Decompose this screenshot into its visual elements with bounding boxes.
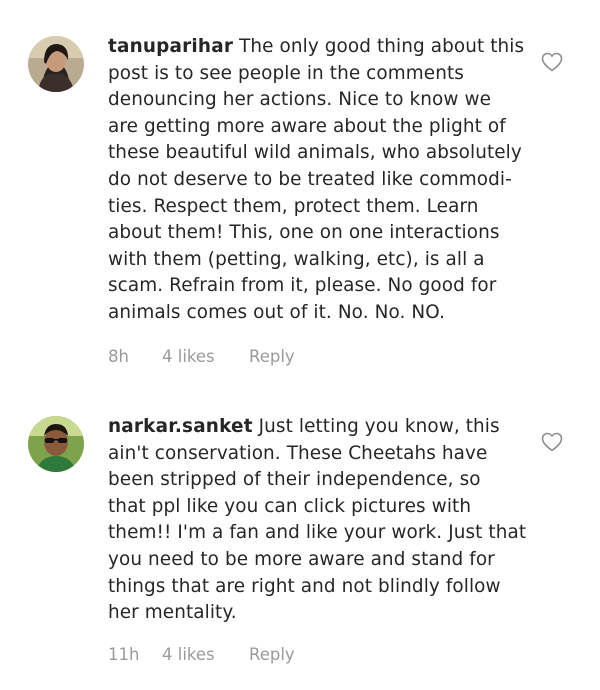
avatar-photo	[28, 416, 84, 472]
reply-button[interactable]: Reply	[249, 645, 295, 664]
comment-line: you need to be more aware and stand for	[108, 548, 495, 570]
avatar-photo	[28, 36, 84, 92]
comment-text: narkar.sanket Just letting you know, thi…	[108, 414, 528, 627]
comment-line: ties. Respect them, protect them. Learn	[108, 195, 479, 217]
comment-line: denouncing her actions. Nice to know we	[108, 89, 492, 111]
comment-line: these beautiful wild animals, who absolu…	[108, 142, 522, 164]
comment-timestamp: 8h	[108, 347, 129, 366]
likes-count[interactable]: 4 likes	[162, 347, 215, 366]
comment-line: about them! This, one on one interaction…	[108, 222, 500, 244]
comment-username[interactable]: narkar.sanket	[108, 416, 253, 437]
reply-button[interactable]: Reply	[249, 347, 295, 366]
comment-username[interactable]: tanuparihar	[108, 36, 233, 57]
comment-line: been stripped of their independence, so	[108, 469, 481, 491]
comment-item: narkar.sanket Just letting you know, thi…	[0, 390, 600, 690]
likes-count[interactable]: 4 likes	[162, 645, 215, 664]
comment-item: tanuparihar The only good thing about th…	[0, 0, 600, 380]
comment-line: do not deserve to be treated like commod…	[108, 168, 512, 190]
comment-line: The only good thing about this	[239, 36, 525, 57]
comment-line: that ppl like you can click pictures wit…	[108, 495, 472, 517]
avatar[interactable]	[28, 416, 84, 472]
comment-line: her mentality.	[108, 602, 237, 624]
comment-text: tanuparihar The only good thing about th…	[108, 34, 528, 327]
comment-line: Just letting you know, this	[258, 416, 500, 437]
comment-timestamp: 11h	[108, 645, 140, 664]
comment-line: them!! I'm a fan and like your work. Jus…	[108, 522, 527, 544]
heart-outline-icon[interactable]	[541, 52, 563, 72]
avatar[interactable]	[28, 36, 84, 92]
comment-line: with them (petting, walking, etc), is al…	[108, 248, 485, 270]
comment-line: animals comes out of it. No. No. NO.	[108, 301, 446, 323]
comment-line: things that are right and not blindly fo…	[108, 575, 501, 597]
comment-line: scam. Refrain from it, please. No good f…	[108, 275, 497, 297]
heart-outline-icon[interactable]	[541, 432, 563, 452]
comment-line: post is to see people in the comments	[108, 62, 464, 84]
comment-line: ain't conservation. These Cheetahs have	[108, 442, 488, 464]
comment-line: are getting more aware about the plight …	[108, 115, 506, 137]
